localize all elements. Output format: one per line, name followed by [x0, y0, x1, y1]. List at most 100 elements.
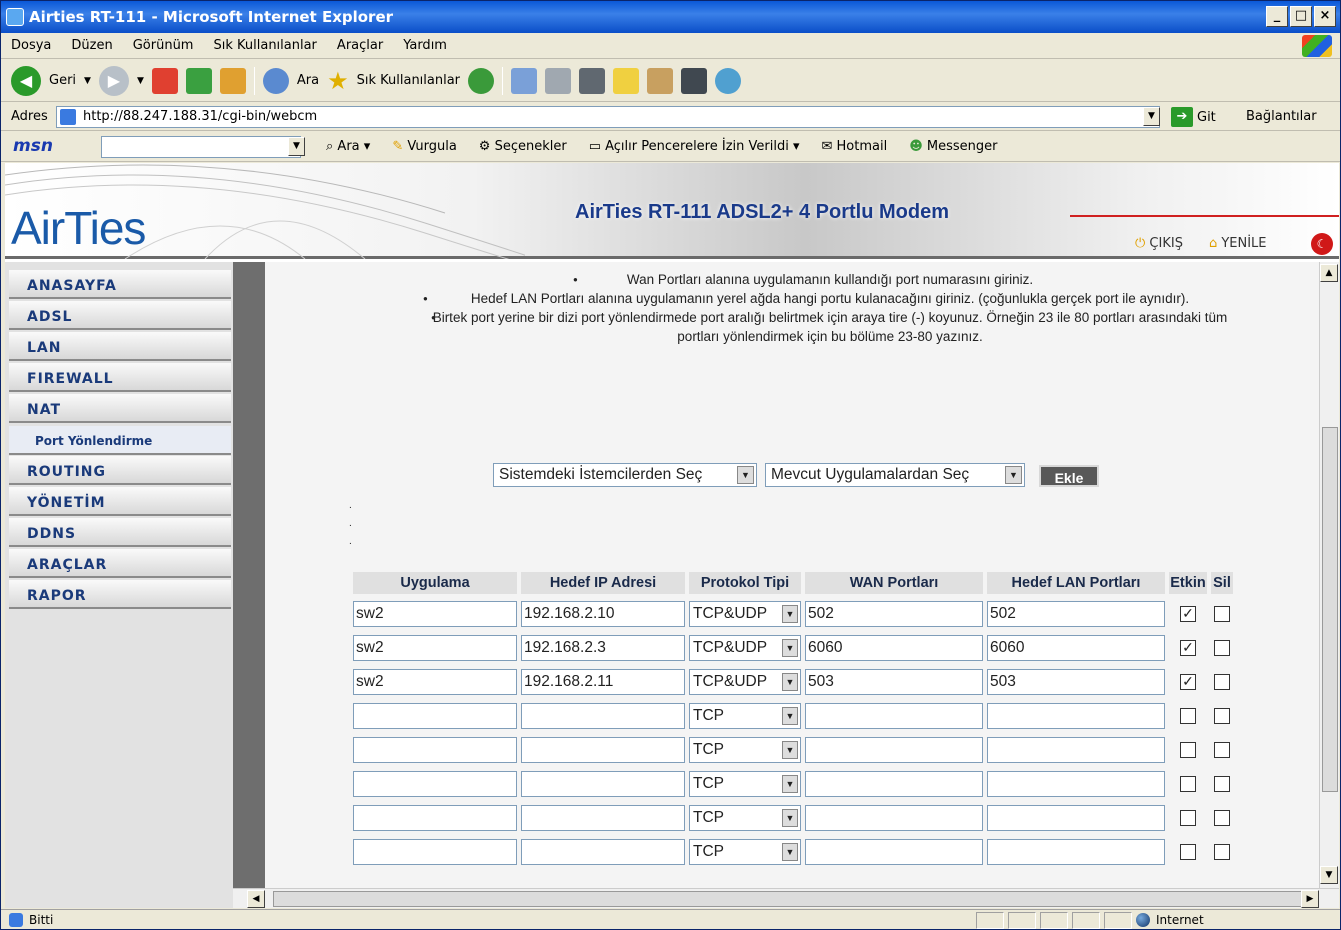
sidebar-item-lan[interactable]: LAN: [9, 332, 231, 361]
wan-ports-input[interactable]: [805, 703, 983, 729]
menu-tools[interactable]: Araçlar: [337, 38, 383, 53]
lan-ports-input[interactable]: 503: [987, 669, 1165, 695]
lan-ports-input[interactable]: [987, 839, 1165, 865]
lan-ports-input[interactable]: [987, 703, 1165, 729]
client-select[interactable]: Sistemdeki İstemcilerden Seç ▼: [493, 463, 757, 487]
msn-logo[interactable]: msn: [13, 136, 53, 156]
target-ip-input[interactable]: [521, 805, 685, 831]
application-select[interactable]: Mevcut Uygulamalardan Seç ▼: [765, 463, 1025, 487]
delete-checkbox[interactable]: [1214, 809, 1230, 826]
target-ip-input[interactable]: [521, 737, 685, 763]
scroll-right-icon[interactable]: ▶: [1301, 890, 1319, 908]
refresh-icon[interactable]: [185, 67, 212, 94]
sidebar-item-nat[interactable]: NAT: [9, 394, 231, 423]
msn-search-button[interactable]: ⌕ Ara ▾: [326, 139, 370, 154]
menu-view[interactable]: Görünüm: [133, 38, 194, 53]
protocol-select[interactable]: TCP ▼: [689, 839, 801, 865]
chevron-down-icon[interactable]: ▼: [782, 707, 798, 725]
chevron-down-icon[interactable]: ▼: [737, 466, 754, 484]
enabled-checkbox[interactable]: ✓: [1180, 673, 1196, 690]
protocol-select[interactable]: TCP ▼: [689, 805, 801, 831]
enabled-checkbox[interactable]: [1180, 775, 1196, 792]
sidebar-item-port-forwarding[interactable]: Port Yönlendirme: [9, 426, 231, 455]
enabled-checkbox[interactable]: [1180, 741, 1196, 758]
target-ip-input[interactable]: 192.168.2.11: [521, 669, 685, 695]
print-icon[interactable]: [545, 67, 572, 94]
search-icon[interactable]: [262, 67, 289, 94]
stop-icon[interactable]: [151, 67, 178, 94]
enabled-checkbox[interactable]: ✓: [1180, 605, 1196, 622]
menu-favorites[interactable]: Sık Kullanılanlar: [213, 38, 316, 53]
go-button[interactable]: ➔ Git: [1171, 107, 1216, 127]
sidebar-item-rapor[interactable]: RAPOR: [9, 580, 231, 609]
wan-ports-input[interactable]: [805, 737, 983, 763]
msn-highlight-button[interactable]: ✎ Vurgula: [392, 139, 456, 154]
target-ip-input[interactable]: [521, 771, 685, 797]
scroll-up-icon[interactable]: ▲: [1320, 264, 1338, 282]
lan-ports-input[interactable]: 6060: [987, 635, 1165, 661]
sidebar-item-adsl[interactable]: ADSL: [9, 301, 231, 330]
close-button[interactable]: ×: [1314, 6, 1336, 27]
lan-ports-input[interactable]: [987, 771, 1165, 797]
discuss-icon[interactable]: [613, 67, 640, 94]
application-input[interactable]: [353, 839, 517, 865]
horizontal-scrollbar[interactable]: ◀ ▶: [233, 888, 1339, 908]
application-input[interactable]: sw2: [353, 669, 517, 695]
chevron-down-icon[interactable]: ▼: [782, 741, 798, 759]
messenger-toolbar-icon[interactable]: [681, 67, 708, 94]
protocol-select[interactable]: TCP ▼: [689, 703, 801, 729]
msn-search-dropdown-icon[interactable]: ▼: [288, 137, 305, 156]
application-input[interactable]: sw2: [353, 635, 517, 661]
target-ip-input[interactable]: [521, 703, 685, 729]
sidebar-item-routing[interactable]: ROUTING: [9, 456, 231, 485]
wan-ports-input[interactable]: [805, 805, 983, 831]
wan-ports-input[interactable]: 6060: [805, 635, 983, 661]
research-icon[interactable]: [647, 67, 674, 94]
vertical-scroll-thumb[interactable]: [1322, 427, 1338, 792]
msn-messenger-button[interactable]: ☻ Messenger: [909, 139, 997, 154]
lan-ports-input[interactable]: [987, 805, 1165, 831]
back-arrow-icon[interactable]: ◀: [11, 65, 41, 96]
delete-checkbox[interactable]: [1214, 843, 1230, 860]
wan-ports-input[interactable]: [805, 839, 983, 865]
menu-help[interactable]: Yardım: [403, 38, 447, 53]
msn-hotmail-button[interactable]: ✉ Hotmail: [822, 139, 888, 154]
chevron-down-icon[interactable]: ▼: [782, 843, 798, 861]
protocol-select[interactable]: TCP&UDP ▼: [689, 669, 801, 695]
media-icon[interactable]: [468, 67, 495, 94]
add-button[interactable]: Ekle: [1039, 465, 1099, 487]
people-icon[interactable]: [715, 67, 742, 94]
wan-ports-input[interactable]: 502: [805, 601, 983, 627]
forward-dropdown-icon[interactable]: ▼: [137, 76, 144, 86]
application-input[interactable]: sw2: [353, 601, 517, 627]
mail-icon[interactable]: [511, 67, 538, 94]
back-label[interactable]: Geri: [49, 73, 76, 88]
protocol-select[interactable]: TCP ▼: [689, 737, 801, 763]
logout-link[interactable]: ⏻ ÇIKIŞ: [1135, 236, 1183, 251]
protocol-select[interactable]: TCP ▼: [689, 771, 801, 797]
sidebar-item-firewall[interactable]: FIREWALL: [9, 363, 231, 392]
application-input[interactable]: [353, 771, 517, 797]
delete-checkbox[interactable]: [1214, 741, 1230, 758]
links-label[interactable]: Bağlantılar: [1246, 109, 1317, 124]
lan-ports-input[interactable]: [987, 737, 1165, 763]
chevron-down-icon[interactable]: ▼: [782, 809, 798, 827]
horizontal-scroll-thumb[interactable]: [273, 891, 1303, 907]
delete-checkbox[interactable]: [1214, 673, 1230, 690]
delete-checkbox[interactable]: [1214, 775, 1230, 792]
refresh-link[interactable]: ⌂ YENİLE: [1209, 236, 1267, 251]
favorites-star-icon[interactable]: ★: [327, 67, 349, 95]
address-dropdown-icon[interactable]: ▼: [1143, 107, 1160, 126]
address-input[interactable]: http://88.247.188.31/cgi-bin/webcm: [56, 106, 1160, 128]
wan-ports-input[interactable]: [805, 771, 983, 797]
protocol-select[interactable]: TCP&UDP ▼: [689, 635, 801, 661]
msn-search-input[interactable]: [101, 136, 301, 158]
target-ip-input[interactable]: [521, 839, 685, 865]
enabled-checkbox[interactable]: ✓: [1180, 639, 1196, 656]
chevron-down-icon[interactable]: ▼: [782, 775, 798, 793]
scroll-down-icon[interactable]: ▼: [1320, 866, 1338, 884]
back-dropdown-icon[interactable]: ▼: [84, 76, 91, 86]
delete-checkbox[interactable]: [1214, 707, 1230, 724]
home-icon[interactable]: [219, 67, 246, 94]
target-ip-input[interactable]: 192.168.2.3: [521, 635, 685, 661]
